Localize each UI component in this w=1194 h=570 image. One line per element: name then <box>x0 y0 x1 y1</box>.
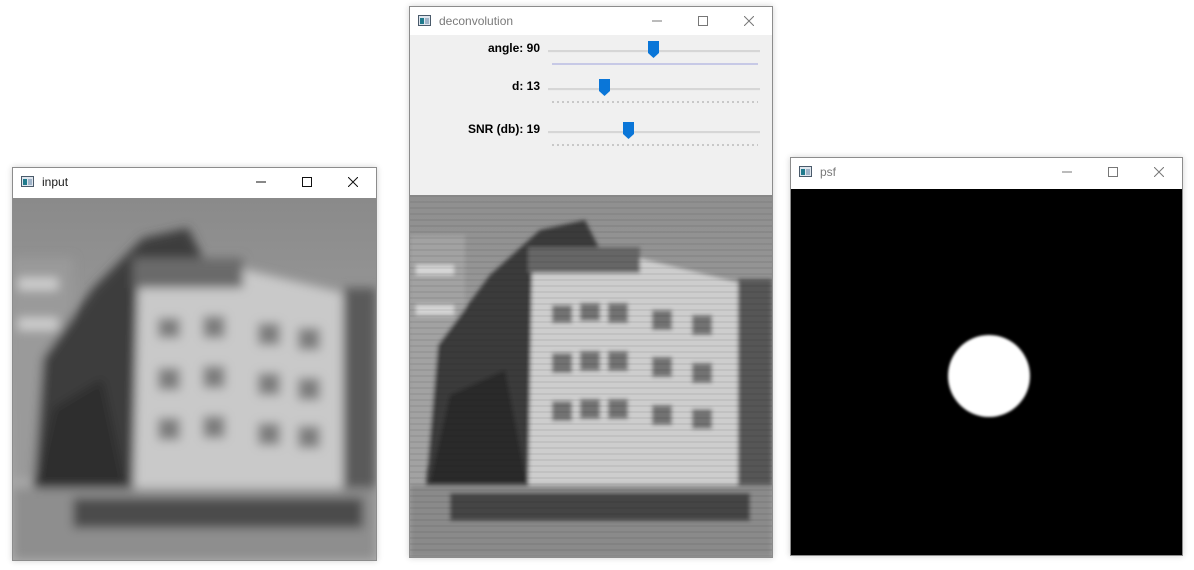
minimize-button[interactable] <box>634 7 680 35</box>
trackbar-angle-label: angle: 90 <box>487 41 540 55</box>
deconvolution-titlebar[interactable]: deconvolution <box>410 7 772 35</box>
input-window-title: input <box>42 175 69 189</box>
input-image <box>13 198 376 560</box>
app-window-icon <box>799 166 812 177</box>
maximize-button[interactable] <box>680 7 726 35</box>
psf-window-title: psf <box>820 165 837 179</box>
deconvolution-image <box>410 195 772 557</box>
minimize-icon <box>1062 171 1072 173</box>
trackbar-d-thumb[interactable] <box>598 79 610 96</box>
minimize-icon <box>256 181 266 183</box>
app-window-icon <box>21 176 34 187</box>
psf-window[interactable]: psf <box>790 157 1183 556</box>
trackbar-d-track[interactable] <box>548 88 760 91</box>
minimize-button[interactable] <box>238 168 284 196</box>
close-icon <box>1154 167 1164 177</box>
trackbar-panel: angle: 90 d: 13 SNR (db): 19 <box>410 35 772 195</box>
app-window-icon <box>418 15 431 26</box>
trackbar-angle-ticks <box>552 63 758 65</box>
maximize-button[interactable] <box>284 168 330 196</box>
trackbar-snr-label: SNR (db): 19 <box>468 122 540 136</box>
maximize-icon <box>698 16 708 26</box>
close-button[interactable] <box>726 7 772 35</box>
maximize-icon <box>1108 167 1118 177</box>
maximize-icon <box>302 177 312 187</box>
minimize-button[interactable] <box>1044 158 1090 186</box>
trackbar-angle[interactable]: angle: 90 <box>410 41 772 81</box>
psf-image <box>791 189 1182 555</box>
trackbar-d[interactable]: d: 13 <box>410 79 772 119</box>
input-titlebar[interactable]: input <box>13 168 376 196</box>
trackbar-snr-track[interactable] <box>548 131 760 134</box>
close-icon <box>744 16 754 26</box>
trackbar-angle-thumb[interactable] <box>648 41 659 58</box>
close-button[interactable] <box>1136 158 1182 186</box>
deconvolution-window-title: deconvolution <box>439 14 514 28</box>
trackbar-d-label: d: 13 <box>511 79 540 93</box>
trackbar-snr-ticks <box>552 144 758 146</box>
maximize-button[interactable] <box>1090 158 1136 186</box>
close-icon <box>348 177 358 187</box>
trackbar-snr[interactable]: SNR (db): 19 <box>410 122 772 162</box>
trackbar-d-ticks <box>552 101 758 103</box>
minimize-icon <box>652 20 662 22</box>
psf-disk <box>948 335 1030 417</box>
input-window[interactable]: input <box>12 167 377 561</box>
close-button[interactable] <box>330 168 376 196</box>
deconvolution-window[interactable]: deconvolution angle: 90 d: 13 SNR (db): … <box>409 6 773 558</box>
trackbar-snr-thumb[interactable] <box>623 122 635 139</box>
psf-titlebar[interactable]: psf <box>791 158 1182 186</box>
